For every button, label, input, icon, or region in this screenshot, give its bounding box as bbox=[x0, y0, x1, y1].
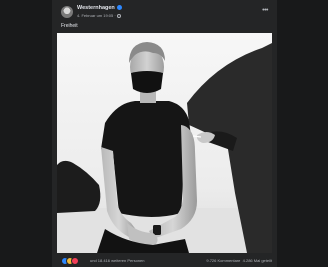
page: Westernhagen 4. Februar um 19:05 · ••• F… bbox=[0, 0, 328, 267]
globe-icon bbox=[116, 13, 121, 18]
verified-icon bbox=[116, 5, 122, 11]
author-name[interactable]: Westernhagen bbox=[77, 5, 115, 11]
post-header: Westernhagen 4. Februar um 19:05 · ••• bbox=[52, 0, 277, 22]
facebook-post: Westernhagen 4. Februar um 19:05 · ••• F… bbox=[52, 0, 277, 267]
reaction-summary[interactable]: und 18.416 weiteren Personen bbox=[90, 258, 144, 263]
love-icon bbox=[71, 257, 79, 265]
timestamp-row: 4. Februar um 19:05 · bbox=[77, 13, 121, 18]
author-name-row: Westernhagen bbox=[77, 5, 122, 12]
face-mask bbox=[131, 71, 163, 93]
avatar[interactable] bbox=[61, 6, 73, 18]
post-photo[interactable] bbox=[57, 33, 272, 253]
share-count[interactable]: 4.286 Mal geteilt bbox=[243, 258, 272, 263]
more-icon[interactable]: ••• bbox=[262, 7, 268, 14]
post-stats: 9.726 Kommentare 4.286 Mal geteilt bbox=[206, 258, 272, 263]
photo-illustration bbox=[57, 33, 272, 253]
comment-count[interactable]: 9.726 Kommentare bbox=[206, 258, 240, 263]
post-footer: und 18.416 weiteren Personen 9.726 Komme… bbox=[52, 255, 277, 267]
post-caption: Freiheit bbox=[61, 23, 78, 29]
watch bbox=[153, 225, 161, 235]
timestamp[interactable]: 4. Februar um 19:05 · bbox=[77, 13, 116, 18]
